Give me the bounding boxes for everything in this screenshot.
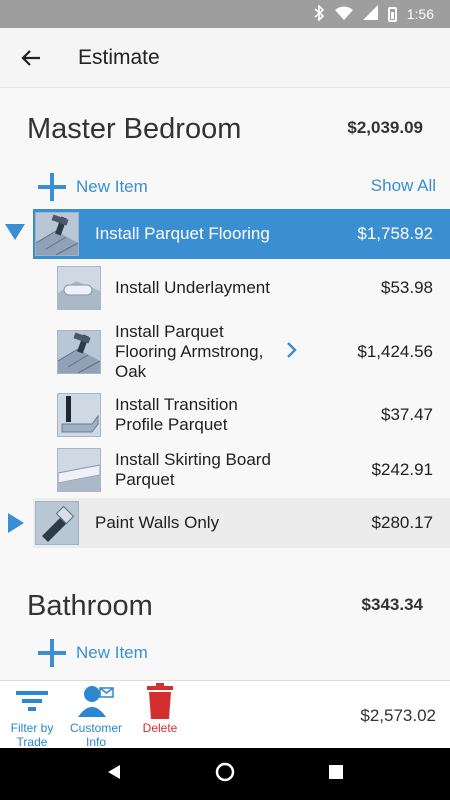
skirting-board-thumbnail bbox=[57, 448, 101, 492]
system-nav-bar bbox=[0, 748, 450, 800]
nav-back-icon[interactable] bbox=[106, 764, 122, 785]
back-button[interactable] bbox=[0, 28, 62, 88]
filter-icon bbox=[16, 685, 48, 717]
show-all-button[interactable]: Show All bbox=[371, 176, 436, 196]
list-item-label: Install Skirting Board Parquet bbox=[115, 450, 271, 489]
transition-profile-thumbnail bbox=[57, 393, 101, 437]
new-item-label: New Item bbox=[76, 643, 148, 662]
item-group-label: Paint Walls Only bbox=[95, 513, 220, 532]
filter-by-trade-button[interactable]: Filter by Trade bbox=[0, 685, 64, 749]
trash-icon bbox=[147, 683, 173, 719]
parquet-flooring-thumbnail bbox=[35, 212, 79, 256]
status-bar: 1:56 bbox=[0, 0, 450, 28]
new-item-button[interactable]: New Item bbox=[38, 635, 148, 671]
list-item-price: $242.91 bbox=[371, 460, 433, 479]
nav-home-icon[interactable] bbox=[214, 761, 236, 788]
plus-icon bbox=[38, 173, 66, 201]
list-item[interactable]: Install Transition Profile Parquet $37.4… bbox=[0, 388, 450, 442]
list-item-price: $37.47 bbox=[381, 405, 433, 424]
nav-recents-icon[interactable] bbox=[328, 764, 344, 785]
item-group-label: Install Parquet Flooring bbox=[95, 224, 270, 243]
parquet-oak-thumbnail bbox=[57, 330, 101, 374]
app-bar: Estimate bbox=[0, 28, 450, 88]
chevron-right-icon[interactable] bbox=[286, 341, 298, 364]
room-name: Master Bedroom bbox=[27, 113, 242, 145]
item-group-price: $280.17 bbox=[371, 513, 433, 532]
page-title: Estimate bbox=[78, 45, 160, 69]
plus-icon bbox=[38, 639, 66, 667]
room-total: $343.34 bbox=[361, 595, 423, 614]
new-item-button[interactable]: New Item bbox=[38, 169, 148, 205]
list-item[interactable]: Install Skirting Board Parquet $242.91 bbox=[0, 442, 450, 498]
item-group-row[interactable]: Install Parquet Flooring $1,758.92 bbox=[0, 209, 450, 259]
room-name: Bathroom bbox=[27, 590, 153, 622]
new-item-label: New Item bbox=[76, 177, 148, 196]
room-header: Master Bedroom $2,039.09 bbox=[0, 89, 450, 169]
delete-label: Delete bbox=[142, 721, 178, 735]
customer-info-label: Customer Info bbox=[69, 721, 122, 749]
battery-icon bbox=[387, 6, 397, 22]
customer-contact-icon bbox=[78, 685, 114, 717]
arrow-left-icon bbox=[21, 49, 40, 66]
list-item[interactable]: Install Parquet Flooring Armstrong, Oak … bbox=[0, 316, 450, 388]
list-item[interactable]: Install Underlayment $53.98 bbox=[0, 259, 450, 316]
delete-button[interactable]: Delete bbox=[128, 683, 192, 735]
filter-by-trade-label: Filter by Trade bbox=[10, 721, 54, 749]
room-total: $2,039.09 bbox=[347, 118, 423, 137]
list-item-label: Install Transition Profile Parquet bbox=[115, 395, 238, 434]
list-item-label: Install Parquet Flooring Armstrong, Oak bbox=[115, 322, 264, 381]
wifi-icon bbox=[334, 6, 353, 23]
grand-total: $2,573.02 bbox=[360, 706, 436, 725]
list-item-price: $1,424.56 bbox=[357, 342, 433, 361]
item-group-row[interactable]: Paint Walls Only $280.17 bbox=[0, 498, 450, 548]
underlayment-thumbnail bbox=[57, 265, 101, 310]
status-time: 1:56 bbox=[406, 6, 434, 22]
list-item-price: $53.98 bbox=[381, 277, 433, 297]
bottom-toolbar: Filter by Trade Customer Info Delete $2,… bbox=[0, 680, 450, 749]
bluetooth-icon bbox=[313, 3, 325, 24]
expand-caret-icon[interactable] bbox=[8, 513, 24, 533]
customer-info-button[interactable]: Customer Info bbox=[64, 685, 128, 749]
collapse-caret-icon[interactable] bbox=[5, 224, 25, 240]
paint-walls-thumbnail bbox=[35, 501, 79, 545]
signal-icon bbox=[362, 5, 378, 23]
item-group-price: $1,758.92 bbox=[357, 224, 433, 243]
estimate-list[interactable]: Master Bedroom $2,039.09 New Item Show A… bbox=[0, 89, 450, 680]
list-item-label: Install Underlayment bbox=[115, 277, 270, 297]
